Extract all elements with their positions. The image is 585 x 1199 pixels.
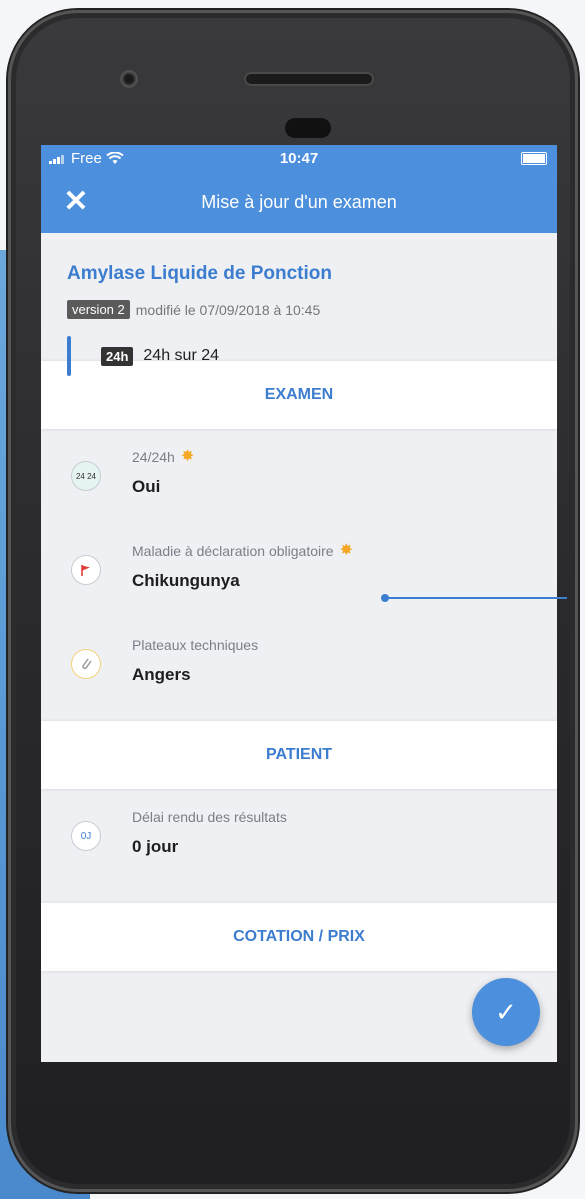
list-item-plateaux[interactable]: Plateaux techniques Angers [41,619,557,713]
list-item-24-24[interactable]: 24 24 24/24h ✸ Oui [41,431,557,525]
field-value: Chikungunya [132,571,240,590]
availability-label: 24h sur 24 [143,347,220,364]
page-title: Mise à jour d'un examen [201,192,397,212]
modified-date: modifié le 07/09/2018 à 10:45 [135,301,321,318]
field-label: Maladie à déclaration obligatoire ✸ [132,542,353,560]
24-24-icon: 24 24 [71,461,101,491]
field-label: Plateaux techniques [132,637,259,653]
camera-icon [120,70,138,88]
availability-bar [67,336,71,376]
exam-meta: version 2 modifié le 07/09/2018 à 10:45 [67,300,531,319]
field-label: Délai rendu des résultats [132,809,287,825]
section-patient[interactable]: PATIENT [41,721,557,789]
list-item-mdo[interactable]: Maladie à déclaration obligatoire ✸ Chik… [41,525,557,619]
sun-icon: ✸ [180,448,195,465]
status-bar: Free 10:47 [41,145,557,173]
check-icon: ✓ [495,996,517,1027]
availability-row: 24h 24h sur 24 [67,336,531,376]
exam-header: Amylase Liquide de Ponction version 2 mo… [41,233,557,376]
version-badge: version 2 [67,300,130,319]
exam-name: Amylase Liquide de Ponction [67,263,332,284]
field-value: Angers [132,665,191,684]
field-value: Oui [132,477,161,496]
test-tube-icon [71,649,101,679]
list-item-delai[interactable]: 0J Délai rendu des résultats 0 jour [41,791,557,885]
app-screen: Free 10:47 ✕ Mise à jour d'un examen Amy… [41,145,557,1062]
sun-icon: ✸ [339,542,353,559]
field-label: 24/24h ✸ [132,448,195,466]
0j-icon: 0J [71,821,101,851]
section-cotation[interactable]: COTATION / PRIX [41,903,557,971]
validate-button[interactable]: ✓ [472,978,540,1046]
flag-icon [71,555,101,585]
battery-icon [521,152,547,165]
availability-badge: 24h [101,346,134,366]
speaker-grille [244,72,374,86]
sensor [285,118,331,138]
field-value: 0 jour [132,837,179,856]
nav-bar: ✕ Mise à jour d'un examen [41,173,557,233]
clock: 10:47 [279,150,319,167]
annotation-line [385,597,567,599]
